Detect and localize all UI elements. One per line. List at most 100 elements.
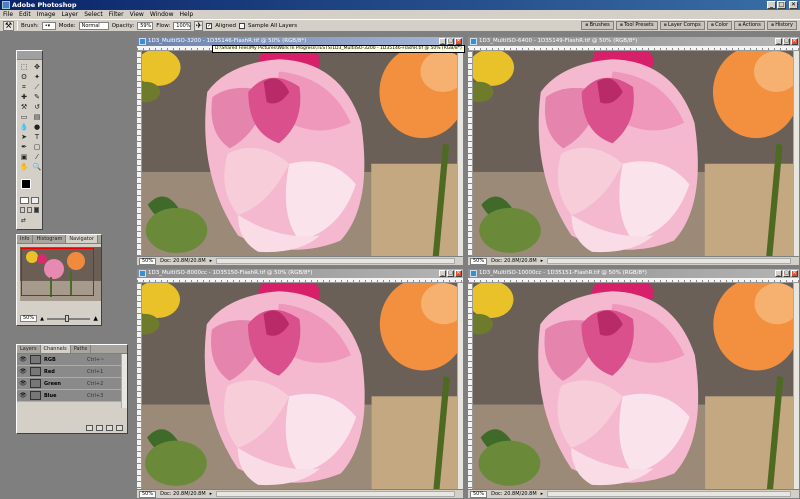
- vertical-scrollbar[interactable]: [793, 283, 799, 489]
- zoom-tool-icon[interactable]: 🔍: [31, 163, 43, 172]
- channel-row-green[interactable]: 👁 Green Ctrl+2: [17, 378, 121, 390]
- path-selection-tool-icon[interactable]: ➤: [18, 133, 30, 142]
- channels-scrollbar[interactable]: [121, 354, 127, 408]
- visibility-eye-icon[interactable]: 👁: [19, 356, 27, 364]
- doc-minimize-button[interactable]: _: [775, 270, 782, 277]
- zoom-in-icon[interactable]: ▲: [93, 315, 98, 322]
- history-brush-tool-icon[interactable]: ↺: [31, 103, 43, 112]
- image-canvas[interactable]: [142, 283, 457, 489]
- status-zoom-field[interactable]: 50%: [139, 257, 157, 265]
- zoom-out-icon[interactable]: ▲: [40, 316, 44, 322]
- quick-mask-mode-icon[interactable]: [30, 197, 39, 204]
- well-tab-history[interactable]: History: [766, 21, 797, 30]
- document-title-bar[interactable]: 1D3_MultiISO-6400 - 1D35149-FlashR.tif @…: [468, 37, 799, 46]
- vertical-scrollbar[interactable]: [457, 51, 463, 256]
- clone-stamp-tool-icon[interactable]: ⚒: [3, 20, 14, 31]
- menu-view[interactable]: View: [130, 10, 144, 19]
- load-selection-icon[interactable]: [86, 425, 93, 431]
- channel-row-red[interactable]: 👁 Red Ctrl+1: [17, 366, 121, 378]
- status-menu-arrow-icon[interactable]: ▸: [210, 258, 213, 264]
- close-button[interactable]: ✕: [789, 1, 798, 9]
- airbrush-icon[interactable]: ✈: [194, 20, 204, 31]
- horizontal-scrollbar[interactable]: [216, 491, 455, 497]
- tab-info[interactable]: Info: [17, 235, 34, 243]
- document-window-3[interactable]: 1D3_MultiISO-8000cc - 1D35150-FlashR.tif…: [136, 268, 464, 499]
- navigator-thumbnail[interactable]: [20, 247, 101, 301]
- menu-filter[interactable]: Filter: [109, 10, 124, 19]
- horizontal-scrollbar[interactable]: [547, 491, 791, 497]
- tab-histogram[interactable]: Histogram: [33, 235, 67, 243]
- navigator-zoom-field[interactable]: 50%: [20, 315, 38, 322]
- menu-window[interactable]: Window: [150, 10, 174, 19]
- shape-tool-icon[interactable]: ▢: [31, 143, 43, 152]
- marquee-tool-icon[interactable]: ⬚: [18, 63, 30, 72]
- image-canvas[interactable]: [473, 51, 793, 256]
- healing-brush-tool-icon[interactable]: ✚: [18, 93, 30, 102]
- screen-mode-black-icon[interactable]: [34, 207, 39, 213]
- save-selection-icon[interactable]: [96, 425, 103, 431]
- brush-tool-icon[interactable]: ✎: [31, 93, 43, 102]
- doc-maximize-button[interactable]: □: [783, 270, 790, 277]
- tab-layers[interactable]: Layers: [17, 345, 41, 353]
- status-menu-arrow-icon[interactable]: ▸: [541, 491, 544, 497]
- visibility-eye-icon[interactable]: 👁: [19, 380, 27, 388]
- blur-tool-icon[interactable]: 💧: [18, 123, 30, 132]
- jump-to-imageready-icon[interactable]: ⇄: [21, 217, 26, 224]
- status-doc-size[interactable]: Doc: 20.8M/20.8M: [160, 258, 206, 264]
- menu-select[interactable]: Select: [84, 10, 103, 19]
- status-doc-size[interactable]: Doc: 20.8M/20.8M: [491, 491, 537, 497]
- horizontal-scrollbar[interactable]: [216, 258, 455, 264]
- document-window-4[interactable]: 1D3_MultiISO-10000cc - 1D35151-FlashR.ti…: [467, 268, 800, 499]
- dodge-tool-icon[interactable]: ●: [31, 123, 43, 132]
- status-zoom-field[interactable]: 50%: [470, 490, 488, 498]
- brush-preset-picker[interactable]: •▾: [41, 21, 56, 30]
- document-title-bar[interactable]: 1D3_MultiISO-10000cc - 1D35151-FlashR.ti…: [468, 269, 799, 278]
- notes-tool-icon[interactable]: ▣: [18, 153, 30, 162]
- slider-knob[interactable]: [64, 314, 69, 322]
- status-zoom-field[interactable]: 50%: [139, 490, 157, 498]
- lasso-tool-icon[interactable]: ʘ: [18, 73, 30, 82]
- new-channel-icon[interactable]: [106, 425, 113, 431]
- navigator-zoom-slider[interactable]: [46, 314, 91, 322]
- magic-wand-tool-icon[interactable]: ✦: [31, 73, 43, 82]
- trash-icon[interactable]: [116, 425, 123, 431]
- aligned-checkbox[interactable]: ✓: [206, 22, 213, 29]
- image-canvas[interactable]: [142, 51, 457, 256]
- channel-row-blue[interactable]: 👁 Blue Ctrl+3: [17, 390, 121, 402]
- move-tool-icon[interactable]: ✥: [31, 63, 43, 72]
- horizontal-scrollbar[interactable]: [547, 258, 791, 264]
- status-doc-size[interactable]: Doc: 20.8M/20.8M: [491, 258, 537, 264]
- status-doc-size[interactable]: Doc: 20.8M/20.8M: [160, 491, 206, 497]
- doc-minimize-button[interactable]: _: [439, 38, 446, 45]
- well-tab-brushes[interactable]: Brushes: [581, 21, 614, 30]
- navigator-view-box[interactable]: [21, 248, 94, 296]
- status-zoom-field[interactable]: 50%: [470, 257, 488, 265]
- tab-paths[interactable]: Paths: [71, 345, 92, 353]
- document-window-1[interactable]: 1D3_MultiISO-3200 - 1D35146-FlashR.tif @…: [136, 36, 464, 266]
- menu-image[interactable]: Image: [37, 10, 56, 19]
- tab-channels[interactable]: Channels: [40, 345, 71, 353]
- doc-close-button[interactable]: ✕: [455, 270, 462, 277]
- flow-field[interactable]: 100%: [173, 21, 192, 30]
- doc-maximize-button[interactable]: □: [447, 270, 454, 277]
- pen-tool-icon[interactable]: ✒: [18, 143, 30, 152]
- well-tab-actions[interactable]: Actions: [734, 21, 765, 30]
- mode-select[interactable]: Normal: [78, 21, 109, 30]
- slice-tool-icon[interactable]: ⟋: [31, 83, 43, 92]
- gradient-tool-icon[interactable]: ▤: [31, 113, 43, 122]
- doc-maximize-button[interactable]: □: [447, 38, 454, 45]
- doc-minimize-button[interactable]: _: [439, 270, 446, 277]
- status-menu-arrow-icon[interactable]: ▸: [210, 491, 213, 497]
- opacity-field[interactable]: 59%: [137, 21, 154, 30]
- tab-navigator[interactable]: Navigator: [66, 235, 98, 243]
- menu-edit[interactable]: Edit: [19, 10, 31, 19]
- sample-all-layers-checkbox[interactable]: [238, 22, 245, 29]
- screen-mode-full-icon[interactable]: [27, 207, 32, 213]
- menu-help[interactable]: Help: [180, 10, 194, 19]
- doc-maximize-button[interactable]: □: [783, 38, 790, 45]
- doc-close-button[interactable]: ✕: [791, 270, 798, 277]
- document-title-bar[interactable]: 1D3_MultiISO-8000cc - 1D35150-FlashR.tif…: [137, 269, 463, 278]
- well-tab-layer-comps[interactable]: Layer Comps: [659, 21, 705, 30]
- clone-stamp-tool-icon-2[interactable]: ⚒: [18, 103, 30, 112]
- doc-close-button[interactable]: ✕: [791, 38, 798, 45]
